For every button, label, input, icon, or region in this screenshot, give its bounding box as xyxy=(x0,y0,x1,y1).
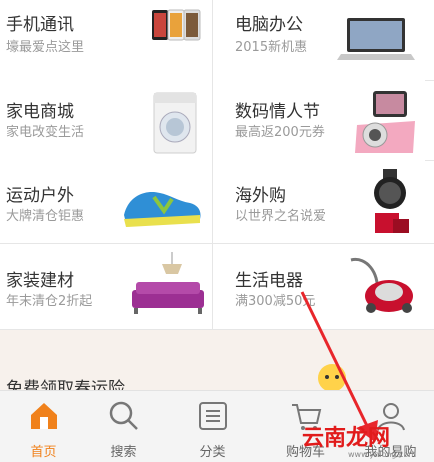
category-subtitle: 年末清仓2折起 xyxy=(6,294,93,309)
category-subtitle: 2015新机惠 xyxy=(235,40,308,55)
category-life-appliances[interactable]: 生活电器 满300减50元 xyxy=(213,244,425,326)
tab-label: 分类 xyxy=(199,445,226,460)
category-subtitle: 满300减50元 xyxy=(235,294,316,309)
washing-machine-image xyxy=(153,92,197,154)
tab-home[interactable]: 首页 xyxy=(0,391,87,462)
category-sports[interactable]: 运动户外 大牌清仓钜惠 xyxy=(0,161,212,243)
laptop-image xyxy=(337,18,415,60)
category-digital[interactable]: 数码情人节 最高返200元券 xyxy=(213,81,425,163)
category-subtitle: 家电改变生活 xyxy=(6,125,85,140)
tab-search[interactable]: 搜索 xyxy=(80,391,167,462)
home-icon xyxy=(31,403,57,429)
category-title: 数码情人节 xyxy=(235,102,320,122)
sneaker-image xyxy=(124,191,201,227)
watermark: 云南龙网 www.ynlong.com xyxy=(298,418,434,462)
tab-label: 首页 xyxy=(30,445,57,460)
category-grid: 手机通讯 壕最爱点这里 电脑办公 2015新机惠 家电商城 家电改变生活 数码情… xyxy=(0,0,434,330)
list-icon xyxy=(199,402,227,430)
search-icon xyxy=(109,401,138,430)
category-appliances[interactable]: 家电商城 家电改变生活 xyxy=(0,81,212,163)
category-title: 手机通讯 xyxy=(6,15,74,35)
category-computers[interactable]: 电脑办公 2015新机惠 xyxy=(213,0,425,82)
category-subtitle: 以世界之名说爱 xyxy=(235,209,327,224)
category-title: 家装建材 xyxy=(6,271,74,291)
category-title: 家电商城 xyxy=(6,102,74,122)
category-subtitle: 大牌清仓钜惠 xyxy=(6,209,85,224)
category-subtitle: 壕最爱点这里 xyxy=(6,40,85,55)
tab-category[interactable]: 分类 xyxy=(169,391,256,462)
watermark-url: www.ynlong.com xyxy=(348,450,417,459)
category-phones[interactable]: 手机通讯 壕最爱点这里 xyxy=(0,0,212,82)
watch-cosmetics-image xyxy=(374,169,409,233)
vacuum-cleaner-image xyxy=(350,257,413,313)
category-subtitle: 最高返200元券 xyxy=(235,125,325,140)
tab-label: 搜索 xyxy=(110,445,137,460)
watermark-text: 云南龙网 xyxy=(302,426,391,451)
category-title: 电脑办公 xyxy=(235,15,303,35)
category-overseas[interactable]: 海外购 以世界之名说爱 xyxy=(213,161,425,243)
category-title: 生活电器 xyxy=(235,271,303,291)
smartphones-image xyxy=(152,9,201,41)
category-home-building[interactable]: 家装建材 年末清仓2折起 xyxy=(0,244,212,326)
promo-banner[interactable]: 免费领取春运险 xyxy=(0,330,434,399)
category-title: 运动户外 xyxy=(6,186,74,206)
category-title: 海外购 xyxy=(235,186,286,206)
sofa-chandelier-image xyxy=(132,252,204,314)
pink-camera-image xyxy=(355,91,415,153)
